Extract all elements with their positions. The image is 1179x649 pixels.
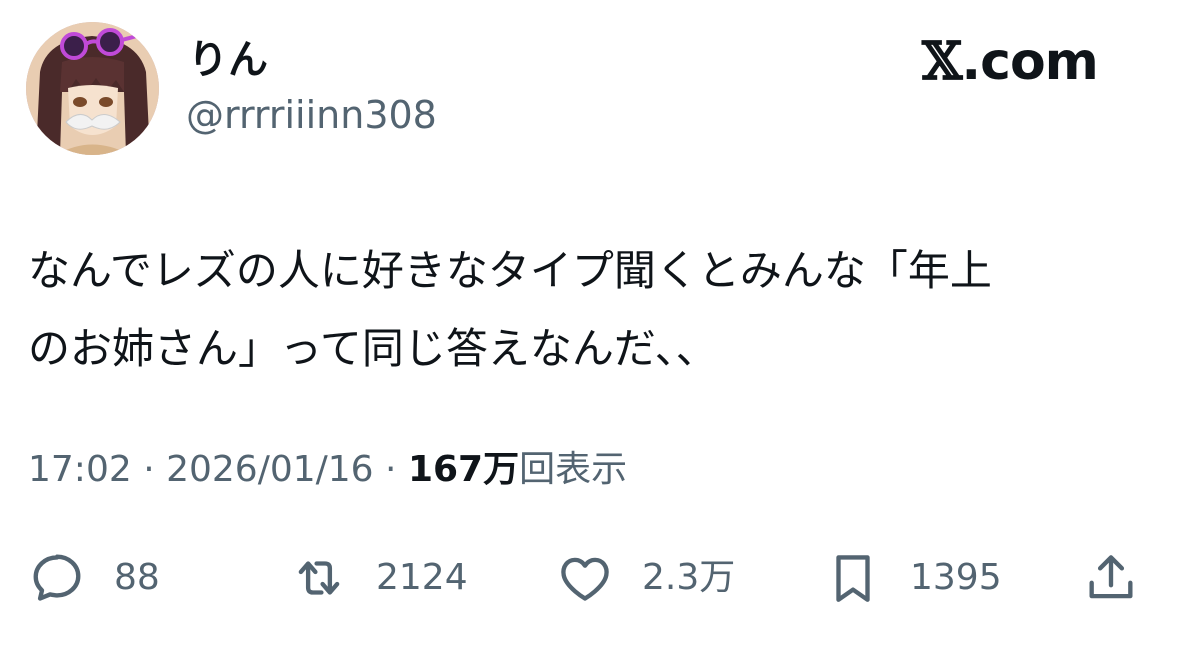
- repost-button[interactable]: 2124: [290, 546, 468, 610]
- reply-button[interactable]: 88: [28, 546, 160, 610]
- bookmark-button[interactable]: 1395: [824, 546, 1002, 610]
- share-button[interactable]: [1082, 546, 1140, 610]
- x-logo-icon: 𝕏: [922, 31, 962, 92]
- x-com-logo: 𝕏.com: [922, 36, 1099, 89]
- views-count: 167万: [407, 449, 520, 490]
- avatar[interactable]: [26, 22, 159, 155]
- speech-bubble-icon: [33, 554, 81, 601]
- like-count: 2.3万: [642, 557, 736, 598]
- reply-count: 88: [114, 557, 160, 598]
- tweet-meta: 17:02 · 2026/01/16 · 167万回表示: [28, 452, 627, 488]
- tweet-date[interactable]: 2026/01/16: [166, 449, 374, 490]
- action-bar: 88 2124 2.3万 1395: [28, 546, 1148, 610]
- user-handle[interactable]: @rrrriiinn308: [186, 96, 437, 134]
- tweet-text-line: なんでレズの人に好きなタイプ聞くとみんな「年上: [28, 246, 992, 295]
- heart-icon: [561, 557, 609, 601]
- tweet-text-line: のお姉さん」って同じ答えなんだ、、: [28, 324, 718, 373]
- repost-count: 2124: [376, 557, 468, 598]
- bookmark-count: 1395: [910, 557, 1002, 598]
- tweet-text: なんでレズの人に好きなタイプ聞くとみんな「年上 のお姉さん」って同じ答えなんだ、…: [28, 232, 1148, 388]
- repost-arrows-icon: [298, 561, 340, 595]
- meta-separator: ·: [373, 449, 408, 490]
- bookmark-icon: [836, 555, 870, 602]
- display-name[interactable]: りん: [188, 40, 268, 80]
- brand-domain: .com: [961, 32, 1098, 92]
- tweet-time[interactable]: 17:02: [28, 449, 132, 490]
- avatar-image: [26, 22, 159, 155]
- share-upload-icon: [1089, 555, 1133, 599]
- views-label: 回表示: [519, 449, 628, 490]
- like-button[interactable]: 2.3万: [556, 546, 735, 610]
- meta-separator: ·: [131, 449, 167, 490]
